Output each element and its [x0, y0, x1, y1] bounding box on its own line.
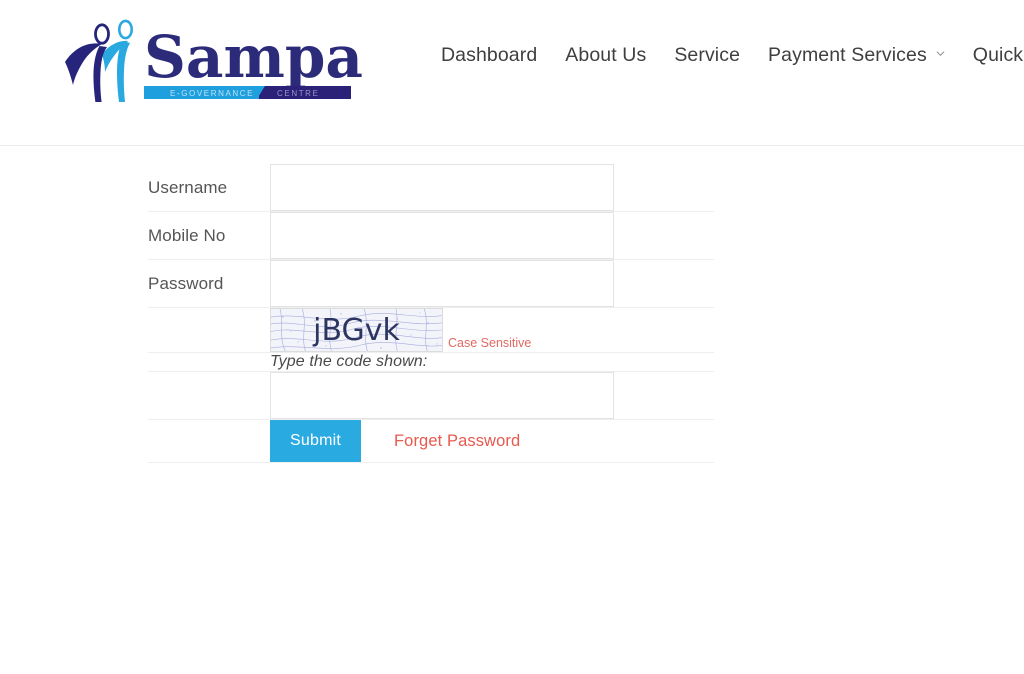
- login-form-table: Username Mobile No Password jBGvk Case S…: [148, 164, 714, 463]
- username-input[interactable]: [270, 164, 614, 211]
- type-code-hint: Type the code shown:: [270, 353, 428, 370]
- password-input[interactable]: [270, 260, 614, 307]
- form-row-captcha-answer: [148, 371, 714, 420]
- captcha-answer-input[interactable]: [270, 372, 614, 419]
- form-actions: Submit Forget Password: [270, 420, 714, 462]
- form-row-password: Password: [148, 259, 714, 308]
- form-row-captcha: jBGvk Case Sensitive: [148, 307, 714, 353]
- hint-label-spacer: [148, 352, 270, 372]
- svg-text:Sampark: Sampark: [144, 23, 362, 91]
- form-row-code-hint: Type the code shown:: [148, 352, 714, 372]
- captcha-code-text: jBGvk: [313, 312, 400, 348]
- nav-label-dashboard: Dashboard: [441, 44, 538, 66]
- nav-label-payment-services: Payment Services: [768, 44, 927, 66]
- nav-label-about-us: About Us: [565, 44, 647, 66]
- captcha-label-spacer: [148, 307, 270, 353]
- nav-item-quick-pay[interactable]: Quick Pay: [959, 41, 1024, 69]
- login-section: Username Mobile No Password jBGvk Case S…: [0, 146, 1024, 674]
- captcha-image[interactable]: jBGvk: [270, 308, 443, 352]
- nav-item-payment-services[interactable]: Payment Services: [754, 41, 959, 69]
- nav-item-about-us[interactable]: About Us: [551, 41, 660, 69]
- main-navigation: Dashboard About Us Service Payment Servi…: [441, 41, 1024, 69]
- nav-item-service[interactable]: Service: [660, 41, 754, 69]
- submit-button[interactable]: Submit: [270, 420, 361, 462]
- svg-text:E-GOVERNANCE: E-GOVERNANCE: [170, 89, 254, 98]
- mobile-no-input[interactable]: [270, 212, 614, 259]
- nav-label-quick-pay: Quick Pay: [972, 44, 1024, 66]
- nav-label-service: Service: [674, 44, 741, 66]
- actions-label-spacer: [148, 419, 270, 463]
- captcha-answer-label-spacer: [148, 371, 270, 420]
- svg-text:CENTRE: CENTRE: [277, 89, 320, 98]
- form-row-mobile-no: Mobile No: [148, 211, 714, 260]
- captcha-group: jBGvk Case Sensitive: [270, 308, 714, 352]
- sampark-logo-graphic: Sampark E-GOVERNANCE CENTRE: [65, 19, 436, 102]
- sampark-logo[interactable]: Sampark E-GOVERNANCE CENTRE: [62, 14, 436, 104]
- form-row-actions: Submit Forget Password: [148, 419, 714, 463]
- label-password: Password: [148, 259, 270, 308]
- site-header: Sampark E-GOVERNANCE CENTRE Dashboard Ab…: [0, 0, 1024, 146]
- form-row-username: Username: [148, 164, 714, 212]
- case-sensitive-note: Case Sensitive: [448, 336, 532, 350]
- chevron-down-icon: [936, 49, 945, 58]
- label-mobile-no: Mobile No: [148, 211, 270, 260]
- label-username: Username: [148, 164, 270, 212]
- forget-password-link[interactable]: Forget Password: [394, 432, 520, 451]
- nav-item-dashboard[interactable]: Dashboard: [441, 41, 551, 69]
